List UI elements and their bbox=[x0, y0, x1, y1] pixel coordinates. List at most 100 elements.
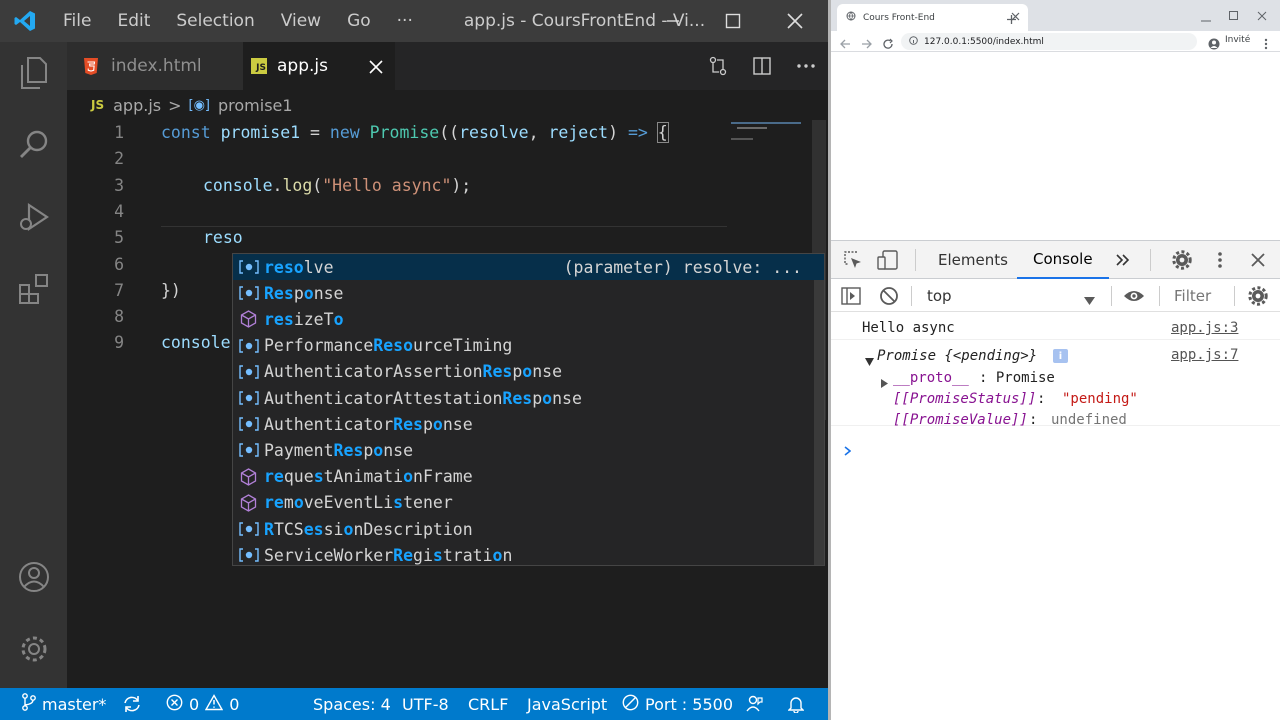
vscode-window: File Edit Selection View Go ··· app.js -… bbox=[0, 0, 828, 720]
log-source-link[interactable]: app.js:7 bbox=[1171, 347, 1238, 363]
suggestion-item[interactable]: ServiceWorkerRegistration bbox=[233, 542, 824, 568]
minimize-browser-icon[interactable] bbox=[1201, 9, 1211, 28]
menu-selection[interactable]: Selection bbox=[163, 11, 267, 31]
clear-console-icon[interactable] bbox=[879, 279, 899, 312]
show-sidebar-icon[interactable] bbox=[841, 279, 861, 312]
notifications-bell-icon[interactable] bbox=[788, 688, 804, 720]
breadcrumb-file[interactable]: app.js bbox=[113, 96, 161, 115]
suggestion-item[interactable]: Response bbox=[233, 280, 824, 306]
promise-status-key: [[PromiseStatus]] bbox=[893, 391, 1037, 407]
suggestion-detail: (parameter) resolve: ... bbox=[563, 257, 802, 277]
maximize-browser-icon[interactable] bbox=[1229, 6, 1239, 25]
menu-edit[interactable]: Edit bbox=[104, 11, 163, 31]
suggestion-item[interactable]: AuthenticatorAttestationResponse bbox=[233, 385, 824, 411]
more-actions-icon[interactable] bbox=[784, 63, 828, 69]
symbol-variable-icon: [◉] bbox=[188, 97, 211, 113]
split-editor-icon[interactable] bbox=[740, 56, 784, 76]
tab-index-html[interactable]: index.html bbox=[67, 42, 243, 90]
inspect-element-icon[interactable] bbox=[843, 241, 863, 279]
console-prompt-icon[interactable] bbox=[844, 441, 852, 460]
close-browser-icon[interactable] bbox=[1257, 6, 1267, 25]
suggestion-item[interactable]: requestAnimationFrame bbox=[233, 464, 824, 490]
menu-file[interactable]: File bbox=[50, 11, 104, 31]
browser-tab-title: Cours Front-End bbox=[863, 12, 935, 23]
suggestion-item[interactable]: removeEventListener bbox=[233, 490, 824, 516]
live-expression-eye-icon[interactable] bbox=[1123, 279, 1145, 312]
menu-more[interactable]: ··· bbox=[384, 11, 426, 31]
search-icon[interactable] bbox=[0, 114, 67, 176]
suggestion-item[interactable]: RTCSessionDescription bbox=[233, 516, 824, 542]
devtools-settings-icon[interactable] bbox=[1172, 241, 1192, 279]
tab-app-js[interactable]: JS app.js bbox=[243, 42, 395, 90]
minimize-icon[interactable] bbox=[642, 0, 704, 42]
live-server-status[interactable]: Port : 5500 bbox=[622, 688, 733, 720]
token: = bbox=[300, 123, 330, 142]
maximize-icon[interactable] bbox=[702, 0, 764, 42]
editor-tab-bar: index.html JS app.js bbox=[67, 42, 828, 90]
globe-icon bbox=[846, 11, 856, 24]
profile-label[interactable]: Invité bbox=[1225, 35, 1250, 45]
menu-go[interactable]: Go bbox=[334, 11, 384, 31]
extensions-icon[interactable] bbox=[0, 258, 67, 320]
promise-status-value: "pending" bbox=[1062, 391, 1138, 407]
language-status[interactable]: JavaScript bbox=[527, 688, 607, 720]
branch-status[interactable]: master* bbox=[22, 688, 106, 720]
variable-icon bbox=[233, 338, 264, 353]
new-tab-icon[interactable] bbox=[1006, 10, 1017, 29]
suggestion-item[interactable]: AuthenticatorResponse bbox=[233, 411, 824, 437]
js-icon: JS bbox=[251, 58, 267, 74]
info-icon[interactable] bbox=[909, 35, 918, 48]
suggestion-item[interactable]: AuthenticatorAssertionResponse bbox=[233, 359, 824, 385]
problems-status[interactable]: 0 0 bbox=[166, 688, 239, 720]
vscode-logo-icon[interactable] bbox=[0, 0, 50, 42]
colon: : bbox=[1037, 391, 1054, 407]
close-devtools-icon[interactable] bbox=[1251, 241, 1265, 279]
close-window-icon[interactable] bbox=[764, 0, 826, 42]
suggestion-item[interactable]: resizeTo bbox=[233, 306, 824, 332]
devtools-tab-bar: Elements Console bbox=[831, 241, 1280, 279]
menu-view[interactable]: View bbox=[268, 11, 334, 31]
console-filter-input[interactable]: Filter bbox=[1174, 279, 1211, 312]
token: "Hello async" bbox=[322, 175, 452, 195]
feedback-icon[interactable] bbox=[746, 688, 764, 720]
indentation-status[interactable]: Spaces: 4 bbox=[313, 688, 391, 720]
breadcrumb-symbol[interactable]: promise1 bbox=[218, 96, 293, 115]
explorer-icon[interactable] bbox=[0, 42, 67, 104]
minimap[interactable] bbox=[729, 120, 809, 160]
line-number: 2 bbox=[114, 149, 124, 169]
variable-icon bbox=[233, 417, 264, 431]
log-source-link[interactable]: app.js:3 bbox=[1171, 320, 1238, 336]
method-icon bbox=[233, 467, 264, 486]
toolbar-divider bbox=[1150, 249, 1151, 271]
console-messages: Hello async app.js:3 Promise {<pending>}… bbox=[831, 312, 1280, 720]
eol-status[interactable]: CRLF bbox=[468, 688, 508, 720]
run-debug-icon[interactable] bbox=[0, 186, 67, 248]
suggestion-item[interactable]: resolve (parameter) resolve: ... bbox=[233, 254, 824, 281]
accounts-icon[interactable] bbox=[0, 546, 67, 608]
error-count: 0 bbox=[189, 694, 200, 714]
suggestion-item[interactable]: PaymentResponse bbox=[233, 437, 824, 463]
suggestion-item[interactable]: PerformanceResourceTiming bbox=[233, 333, 824, 359]
tab-elements[interactable]: Elements bbox=[938, 241, 1008, 279]
expand-arrow-icon[interactable] bbox=[865, 351, 874, 370]
address-bar[interactable]: 127.0.0.1:5500/index.html bbox=[901, 33, 1197, 50]
device-toolbar-icon[interactable] bbox=[877, 241, 899, 279]
context-selector[interactable]: top bbox=[927, 279, 1099, 312]
port-block-icon bbox=[622, 694, 639, 715]
suggestion-label: removeEventListener bbox=[264, 493, 453, 513]
console-settings-icon[interactable] bbox=[1248, 279, 1268, 312]
compare-changes-icon[interactable] bbox=[696, 56, 740, 76]
tab-console[interactable]: Console bbox=[1017, 241, 1109, 279]
collapse-arrow-icon[interactable] bbox=[881, 373, 888, 392]
sync-icon[interactable] bbox=[122, 688, 142, 720]
encoding-status[interactable]: UTF-8 bbox=[402, 688, 449, 720]
close-tab-icon[interactable] bbox=[369, 59, 383, 79]
token: , bbox=[528, 123, 549, 142]
devtools-menu-icon[interactable] bbox=[1218, 241, 1222, 279]
browser-tab[interactable]: Cours Front-End bbox=[837, 4, 1028, 31]
more-tabs-icon[interactable] bbox=[1116, 241, 1130, 279]
settings-gear-icon[interactable] bbox=[0, 618, 67, 680]
toolbar-divider bbox=[1234, 286, 1235, 306]
console-log-row: Hello async app.js:3 bbox=[831, 316, 1280, 340]
token: reject bbox=[548, 123, 609, 142]
